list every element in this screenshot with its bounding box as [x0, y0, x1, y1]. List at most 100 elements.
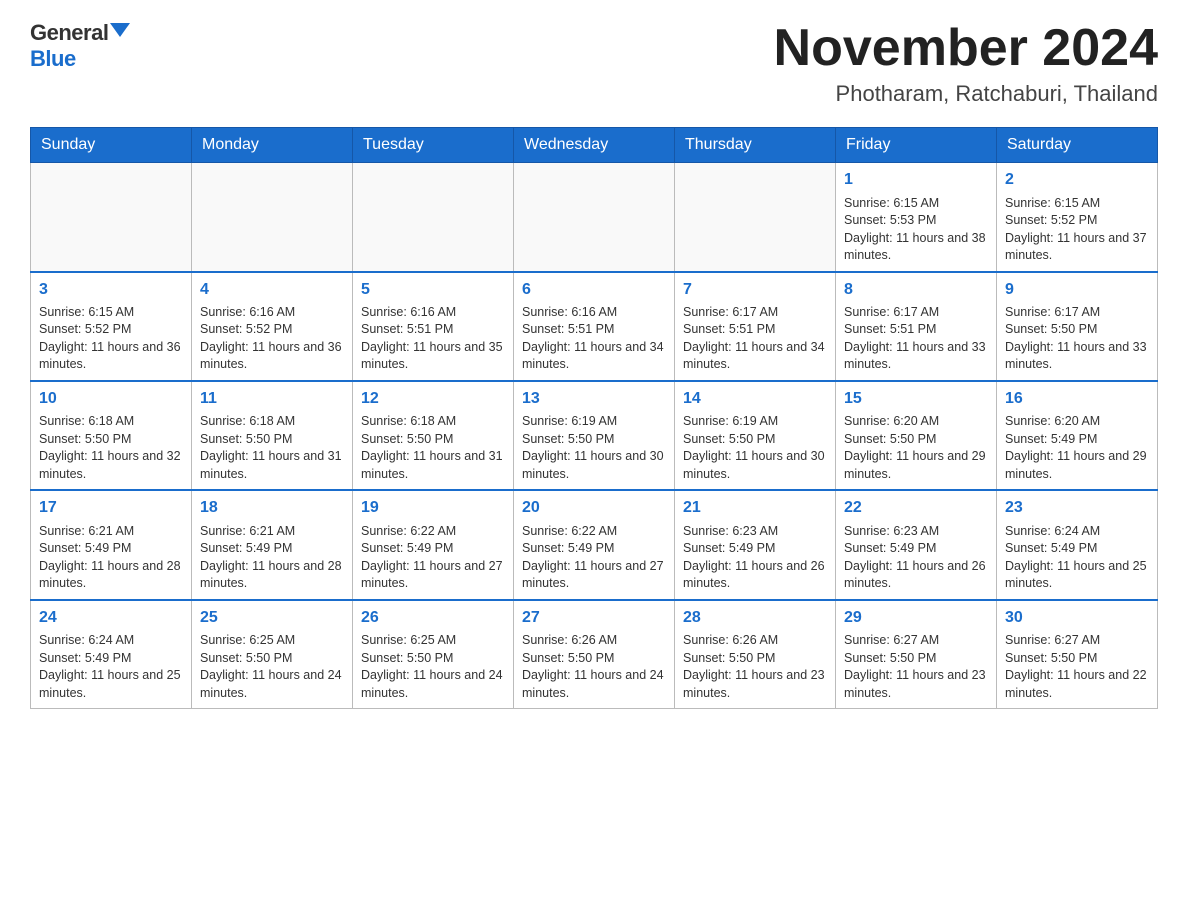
day-number: 30 [1005, 607, 1149, 629]
weekday-header-friday: Friday [836, 128, 997, 163]
day-info: Sunrise: 6:22 AMSunset: 5:49 PMDaylight:… [361, 523, 505, 593]
day-info: Sunrise: 6:17 AMSunset: 5:51 PMDaylight:… [844, 304, 988, 374]
day-info: Sunrise: 6:15 AMSunset: 5:52 PMDaylight:… [1005, 195, 1149, 265]
day-info: Sunrise: 6:16 AMSunset: 5:51 PMDaylight:… [361, 304, 505, 374]
day-info: Sunrise: 6:19 AMSunset: 5:50 PMDaylight:… [522, 413, 666, 483]
logo-blue-text: Blue [30, 46, 76, 72]
day-number: 18 [200, 497, 344, 519]
calendar-cell: 20Sunrise: 6:22 AMSunset: 5:49 PMDayligh… [514, 490, 675, 599]
calendar-cell: 19 Sunrise: 6:22 AMSunset: 5:49 PMDayligh… [353, 490, 514, 599]
day-info: Sunrise: 6:25 AMSunset: 5:50 PMDaylight:… [200, 632, 344, 702]
calendar-cell: 11 Sunrise: 6:18 AMSunset: 5:50 PMDayligh… [192, 381, 353, 490]
day-info: Sunrise: 6:17 AMSunset: 5:51 PMDaylight:… [683, 304, 827, 374]
day-number: 17 [39, 497, 183, 519]
logo-triangle-icon [110, 23, 130, 37]
calendar-cell: 6 Sunrise: 6:16 AMSunset: 5:51 PMDaylight… [514, 272, 675, 381]
calendar-cell [353, 163, 514, 272]
day-info: Sunrise: 6:24 AMSunset: 5:49 PMDaylight:… [39, 632, 183, 702]
day-number: 10 [39, 388, 183, 410]
calendar-cell: 28Sunrise: 6:26 AMSunset: 5:50 PMDayligh… [675, 600, 836, 709]
day-info: Sunrise: 6:18 AMSunset: 5:50 PMDaylight:… [200, 413, 344, 483]
day-info: Sunrise: 6:15 AMSunset: 5:53 PMDaylight:… [844, 195, 988, 265]
day-number: 13 [522, 388, 666, 410]
calendar-cell: 9 Sunrise: 6:17 AMSunset: 5:50 PMDaylight… [997, 272, 1158, 381]
calendar-cell: 1 Sunrise: 6:15 AMSunset: 5:53 PMDaylight… [836, 163, 997, 272]
day-number: 4 [200, 279, 344, 301]
calendar-cell: 18Sunrise: 6:21 AMSunset: 5:49 PMDayligh… [192, 490, 353, 599]
day-info: Sunrise: 6:23 AMSunset: 5:49 PMDaylight:… [844, 523, 988, 593]
calendar-cell: 7Sunrise: 6:17 AMSunset: 5:51 PMDaylight… [675, 272, 836, 381]
day-number: 8 [844, 279, 988, 301]
calendar-cell: 26 Sunrise: 6:25 AMSunset: 5:50 PMDayligh… [353, 600, 514, 709]
day-info: Sunrise: 6:17 AMSunset: 5:50 PMDaylight:… [1005, 304, 1149, 374]
day-number: 12 [361, 388, 505, 410]
calendar-cell [675, 163, 836, 272]
day-info: Sunrise: 6:22 AMSunset: 5:49 PMDaylight:… [522, 523, 666, 593]
calendar-week-row: 17 Sunrise: 6:21 AMSunset: 5:49 PMDayligh… [31, 490, 1158, 599]
logo: General Blue [30, 20, 130, 72]
day-info: Sunrise: 6:23 AMSunset: 5:49 PMDaylight:… [683, 523, 827, 593]
calendar-cell: 10 Sunrise: 6:18 AMSunset: 5:50 PMDayligh… [31, 381, 192, 490]
day-number: 11 [200, 388, 344, 410]
calendar-cell: 2 Sunrise: 6:15 AMSunset: 5:52 PMDaylight… [997, 163, 1158, 272]
location-title: Photharam, Ratchaburi, Thailand [774, 81, 1158, 107]
day-info: Sunrise: 6:26 AMSunset: 5:50 PMDaylight:… [522, 632, 666, 702]
calendar-week-row: 1 Sunrise: 6:15 AMSunset: 5:53 PMDaylight… [31, 163, 1158, 272]
day-number: 23 [1005, 497, 1149, 519]
calendar-cell [514, 163, 675, 272]
calendar-cell: 12 Sunrise: 6:18 AMSunset: 5:50 PMDayligh… [353, 381, 514, 490]
calendar-cell: 21 Sunrise: 6:23 AMSunset: 5:49 PMDayligh… [675, 490, 836, 599]
calendar-cell: 8 Sunrise: 6:17 AMSunset: 5:51 PMDaylight… [836, 272, 997, 381]
day-number: 26 [361, 607, 505, 629]
day-number: 9 [1005, 279, 1149, 301]
calendar-cell: 23 Sunrise: 6:24 AMSunset: 5:49 PMDayligh… [997, 490, 1158, 599]
day-number: 15 [844, 388, 988, 410]
day-number: 14 [683, 388, 827, 410]
calendar-cell: 3Sunrise: 6:15 AMSunset: 5:52 PMDaylight… [31, 272, 192, 381]
calendar-table: SundayMondayTuesdayWednesdayThursdayFrid… [30, 127, 1158, 709]
day-number: 21 [683, 497, 827, 519]
weekday-header-sunday: Sunday [31, 128, 192, 163]
calendar-cell: 4Sunrise: 6:16 AMSunset: 5:52 PMDaylight… [192, 272, 353, 381]
logo-general-text: General [30, 20, 108, 46]
day-number: 19 [361, 497, 505, 519]
calendar-cell: 24 Sunrise: 6:24 AMSunset: 5:49 PMDayligh… [31, 600, 192, 709]
calendar-cell: 30Sunrise: 6:27 AMSunset: 5:50 PMDayligh… [997, 600, 1158, 709]
day-info: Sunrise: 6:18 AMSunset: 5:50 PMDaylight:… [39, 413, 183, 483]
calendar-week-row: 10 Sunrise: 6:18 AMSunset: 5:50 PMDayligh… [31, 381, 1158, 490]
day-info: Sunrise: 6:18 AMSunset: 5:50 PMDaylight:… [361, 413, 505, 483]
day-number: 5 [361, 279, 505, 301]
day-info: Sunrise: 6:24 AMSunset: 5:49 PMDaylight:… [1005, 523, 1149, 593]
weekday-header-wednesday: Wednesday [514, 128, 675, 163]
calendar-cell: 5 Sunrise: 6:16 AMSunset: 5:51 PMDaylight… [353, 272, 514, 381]
day-info: Sunrise: 6:25 AMSunset: 5:50 PMDaylight:… [361, 632, 505, 702]
day-number: 27 [522, 607, 666, 629]
weekday-header-monday: Monday [192, 128, 353, 163]
day-number: 16 [1005, 388, 1149, 410]
calendar-cell: 22 Sunrise: 6:23 AMSunset: 5:49 PMDayligh… [836, 490, 997, 599]
day-info: Sunrise: 6:20 AMSunset: 5:50 PMDaylight:… [844, 413, 988, 483]
day-info: Sunrise: 6:15 AMSunset: 5:52 PMDaylight:… [39, 304, 183, 374]
calendar-cell: 13 Sunrise: 6:19 AMSunset: 5:50 PMDayligh… [514, 381, 675, 490]
day-info: Sunrise: 6:16 AMSunset: 5:51 PMDaylight:… [522, 304, 666, 374]
weekday-header-row: SundayMondayTuesdayWednesdayThursdayFrid… [31, 128, 1158, 163]
weekday-header-saturday: Saturday [997, 128, 1158, 163]
day-number: 29 [844, 607, 988, 629]
calendar-cell: 25 Sunrise: 6:25 AMSunset: 5:50 PMDayligh… [192, 600, 353, 709]
calendar-week-row: 3Sunrise: 6:15 AMSunset: 5:52 PMDaylight… [31, 272, 1158, 381]
day-info: Sunrise: 6:26 AMSunset: 5:50 PMDaylight:… [683, 632, 827, 702]
calendar-cell: 16Sunrise: 6:20 AMSunset: 5:49 PMDayligh… [997, 381, 1158, 490]
weekday-header-tuesday: Tuesday [353, 128, 514, 163]
calendar-cell: 14Sunrise: 6:19 AMSunset: 5:50 PMDayligh… [675, 381, 836, 490]
day-number: 1 [844, 169, 988, 191]
day-number: 6 [522, 279, 666, 301]
calendar-cell: 15 Sunrise: 6:20 AMSunset: 5:50 PMDayligh… [836, 381, 997, 490]
day-number: 2 [1005, 169, 1149, 191]
day-number: 24 [39, 607, 183, 629]
day-number: 25 [200, 607, 344, 629]
day-info: Sunrise: 6:21 AMSunset: 5:49 PMDaylight:… [39, 523, 183, 593]
calendar-week-row: 24 Sunrise: 6:24 AMSunset: 5:49 PMDayligh… [31, 600, 1158, 709]
calendar-cell: 17 Sunrise: 6:21 AMSunset: 5:49 PMDayligh… [31, 490, 192, 599]
calendar-cell [31, 163, 192, 272]
day-number: 22 [844, 497, 988, 519]
